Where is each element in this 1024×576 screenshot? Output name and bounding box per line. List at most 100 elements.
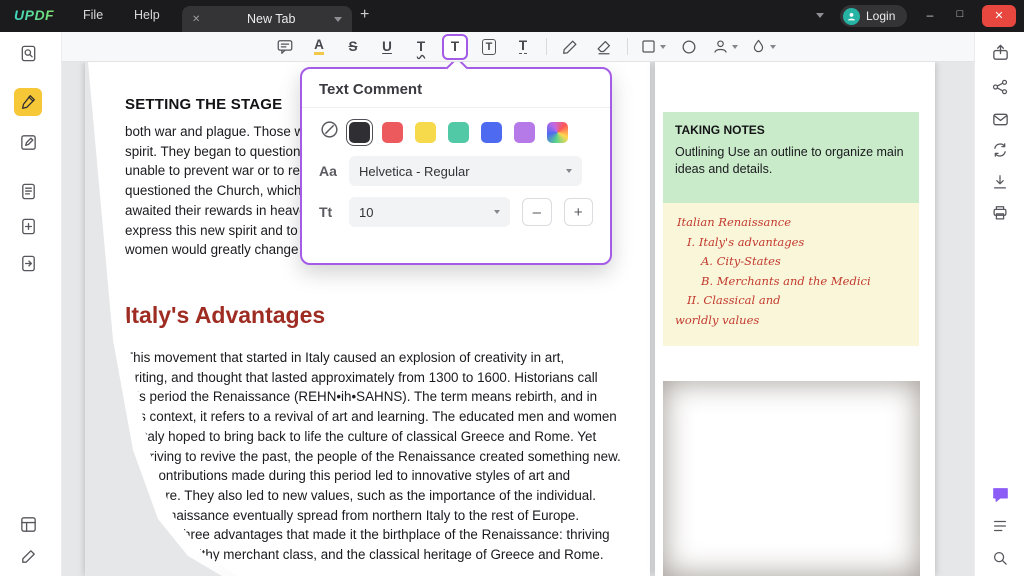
updf-app-window: UPDF File Help ✕ New Tab + Login – □ ✕ A… — [0, 0, 1024, 576]
callout-body: Outlining Use an outline to organize mai… — [675, 144, 911, 178]
font-size-select[interactable]: 10 — [349, 197, 510, 227]
comment-tool-icon[interactable] — [14, 88, 42, 116]
share-icon[interactable] — [986, 73, 1014, 101]
tab-label: New Tab — [208, 12, 334, 26]
paragraph-italys-advantages: This movement that started in Italy caus… — [125, 348, 631, 565]
chevron-down-icon[interactable] — [816, 13, 824, 18]
text-line: The contributions made during this perio… — [125, 466, 631, 486]
email-icon[interactable] — [986, 105, 1014, 133]
underline-icon[interactable]: U — [374, 34, 400, 60]
text-line: The Renaissance eventually spread from n… — [125, 506, 631, 526]
search-icon[interactable] — [986, 544, 1014, 572]
text-box-glyph: T — [482, 39, 497, 55]
text-line: this period the Renaissance (REHN•ih•SAH… — [125, 387, 631, 407]
text-line: in striving to revive the past, the peop… — [125, 447, 631, 467]
menu-help[interactable]: Help — [134, 8, 160, 22]
left-sidebar — [0, 32, 62, 576]
taking-notes-callout: TAKING NOTES Outlining Use an outline to… — [663, 112, 919, 203]
organize-pages-icon[interactable] — [14, 177, 42, 205]
text-line: This movement that started in Italy caus… — [125, 348, 631, 368]
color-swatch-teal[interactable] — [448, 122, 469, 143]
search-thumbnail-icon[interactable] — [14, 39, 42, 67]
strikethrough-glyph: S — [348, 39, 357, 54]
text-box-icon[interactable]: T — [476, 34, 502, 60]
squiggly-glyph: T — [417, 39, 425, 54]
insert-page-icon[interactable] — [14, 212, 42, 240]
font-size-value: 10 — [359, 205, 373, 220]
squiggly-underline-icon[interactable]: T — [408, 34, 434, 60]
chevron-down-icon[interactable] — [732, 45, 738, 49]
chevron-down-icon[interactable] — [770, 45, 776, 49]
font-row: Aa Helvetica - Regular — [319, 156, 593, 186]
ink-color-icon[interactable] — [748, 34, 778, 60]
tab-new-tab[interactable]: ✕ New Tab — [182, 6, 352, 32]
toolbar-divider — [627, 38, 628, 55]
note-comment-icon[interactable] — [272, 34, 298, 60]
color-swatch-yellow[interactable] — [415, 122, 436, 143]
font-family-select[interactable]: Helvetica - Regular — [349, 156, 582, 186]
color-swatch-black[interactable] — [349, 122, 370, 143]
text-line: Italy had three advantages that made it … — [125, 525, 631, 545]
chevron-down-icon[interactable] — [660, 45, 666, 49]
color-row — [319, 119, 593, 145]
thumbnail-panel-icon[interactable] — [986, 512, 1014, 540]
callout-title: TAKING NOTES — [675, 123, 907, 137]
note-line: I. Italy's advantages — [687, 233, 919, 253]
convert-icon[interactable] — [986, 136, 1014, 164]
maximize-button[interactable]: □ — [950, 8, 970, 20]
decrease-size-button[interactable]: – — [522, 198, 551, 226]
handwritten-outline-note: Italian Renaissance I. Italy's advantage… — [663, 203, 919, 346]
edit-page-icon[interactable] — [14, 128, 42, 156]
note-line: A. City-States — [701, 252, 919, 272]
menu-file[interactable]: File — [83, 8, 103, 22]
pdf-page-2: TAKING NOTES Outlining Use an outline to… — [655, 62, 935, 576]
comment-panel-icon[interactable] — [986, 480, 1014, 508]
color-swatch-blue[interactable] — [481, 122, 502, 143]
chevron-down-icon[interactable] — [334, 17, 342, 22]
increase-size-button[interactable]: + — [564, 198, 593, 226]
section-heading: SETTING THE STAGE — [125, 96, 282, 113]
text-line: of Italy hoped to bring back to life the… — [125, 427, 631, 447]
login-button[interactable]: Login — [840, 5, 907, 27]
underline-glyph: U — [382, 39, 392, 54]
pencil-icon[interactable] — [557, 34, 583, 60]
chapter-heading: Italy's Advantages — [125, 302, 325, 329]
text-line: literature. They also led to new values,… — [125, 486, 631, 506]
color-swatch-purple[interactable] — [514, 122, 535, 143]
print-icon[interactable] — [986, 199, 1014, 227]
text-line: writing, and thought that lasted approxi… — [125, 368, 631, 388]
shape-tool-icon[interactable] — [638, 34, 668, 60]
eraser-icon[interactable] — [591, 34, 617, 60]
signature-icon[interactable] — [710, 34, 740, 60]
form-field-icon[interactable] — [14, 510, 42, 538]
tab-close-icon[interactable]: ✕ — [192, 14, 200, 25]
close-button[interactable]: ✕ — [982, 5, 1016, 27]
extract-page-icon[interactable] — [14, 249, 42, 277]
stamp-icon[interactable] — [676, 34, 702, 60]
highlight-glyph: A — [314, 38, 324, 55]
size-row: Tt 10 – + — [319, 197, 593, 227]
color-picker-icon[interactable] — [319, 119, 349, 145]
text-comment-glyph: T — [451, 39, 459, 54]
crop-tool-icon[interactable] — [14, 542, 42, 570]
note-line: B. Merchants and the Medici — [701, 272, 919, 292]
login-label: Login — [866, 9, 895, 23]
strikethrough-icon[interactable]: S — [340, 34, 366, 60]
note-line: II. Classical and — [687, 291, 919, 311]
avatar-icon — [843, 8, 860, 25]
export-icon[interactable] — [986, 38, 1014, 66]
color-swatch-red[interactable] — [382, 122, 403, 143]
chevron-down-icon — [566, 169, 572, 173]
new-tab-button[interactable]: + — [360, 6, 369, 24]
save-download-icon[interactable] — [986, 168, 1014, 196]
updf-logo: UPDF — [14, 7, 54, 23]
typewriter-icon[interactable]: T — [510, 34, 536, 60]
minimize-button[interactable]: – — [920, 8, 940, 22]
titlebar: UPDF File Help ✕ New Tab + Login – □ ✕ — [0, 0, 1024, 32]
note-line: Italian Renaissance — [677, 213, 919, 233]
note-line: worldly values — [675, 311, 919, 331]
color-swatch-rainbow[interactable] — [547, 122, 568, 143]
highlight-icon[interactable]: A — [306, 34, 332, 60]
text-comment-icon[interactable]: T — [442, 34, 468, 60]
right-sidebar — [974, 32, 1024, 576]
